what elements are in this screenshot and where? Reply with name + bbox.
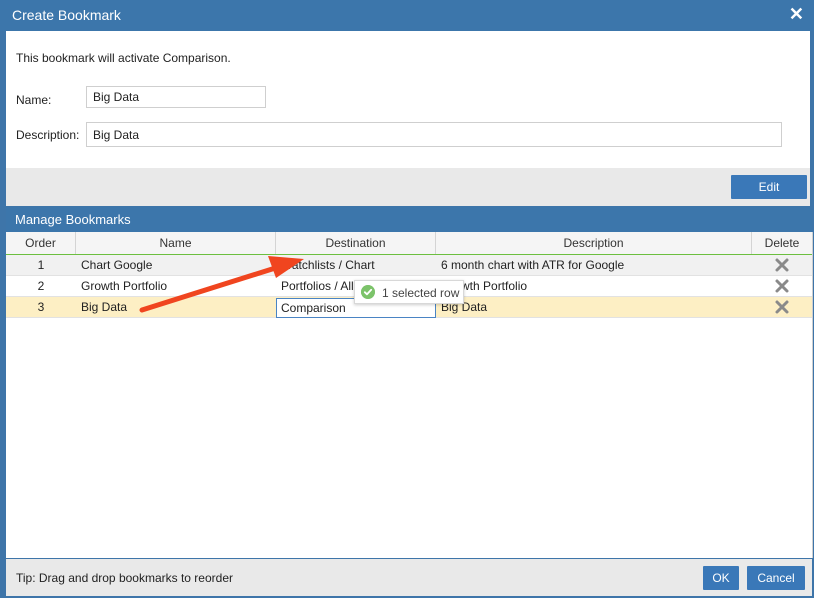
description-cell: Big Data [441, 300, 488, 314]
bookmarks-grid: Order Name Destination Description Delet… [6, 232, 813, 558]
order-cell: 2 [37, 279, 45, 293]
close-icon[interactable]: ✕ [789, 4, 804, 24]
manage-bookmarks-title: Manage Bookmarks [15, 212, 131, 227]
order-cell: 1 [37, 258, 45, 272]
description-label: Description: [16, 128, 80, 142]
reorder-tip: Tip: Drag and drop bookmarks to reorder [16, 571, 233, 585]
description-cell: Growth Portfolio [441, 279, 528, 293]
dialog-titlebar: Create Bookmark ✕ [0, 0, 814, 31]
name-label: Name: [16, 93, 52, 107]
activation-info: This bookmark will activate Comparison. [16, 51, 231, 65]
column-header-delete[interactable]: Delete [752, 232, 812, 254]
edit-button[interactable]: Edit [731, 175, 807, 199]
dialog-title: Create Bookmark [12, 7, 121, 23]
description-input[interactable] [86, 122, 782, 147]
dialog-footer: Tip: Drag and drop bookmarks to reorder … [6, 559, 812, 596]
selection-tooltip: 1 selected row [354, 280, 464, 304]
delete-x-icon[interactable] [774, 299, 790, 315]
create-bookmark-dialog: Create Bookmark ✕ This bookmark will act… [0, 0, 814, 598]
cancel-button[interactable]: Cancel [747, 566, 805, 590]
destination-cell: Watchlists / Chart [281, 258, 375, 272]
order-cell: 3 [37, 300, 45, 314]
manage-bookmarks-header: Manage Bookmarks [6, 207, 812, 232]
delete-x-icon[interactable] [774, 278, 790, 294]
bookmark-form: This bookmark will activate Comparison. … [6, 31, 810, 168]
name-cell: Big Data [81, 300, 128, 314]
check-circle-icon [361, 285, 375, 299]
ok-button[interactable]: OK [703, 566, 739, 590]
tooltip-text: 1 selected row [382, 286, 460, 300]
delete-x-icon[interactable] [774, 257, 790, 273]
name-cell: Chart Google [81, 258, 153, 272]
name-cell: Growth Portfolio [81, 279, 168, 293]
name-input[interactable] [86, 86, 266, 108]
column-header-order[interactable]: Order [6, 232, 76, 254]
description-cell: 6 month chart with ATR for Google [441, 258, 625, 272]
edit-bar: Edit [6, 168, 810, 206]
column-header-description[interactable]: Description [436, 232, 752, 254]
grid-header: Order Name Destination Description Delet… [6, 232, 812, 255]
column-header-name[interactable]: Name [76, 232, 276, 254]
column-header-destination[interactable]: Destination [276, 232, 436, 254]
table-row[interactable]: 1 Chart Google Watchlists / Chart 6 mont… [6, 255, 812, 276]
